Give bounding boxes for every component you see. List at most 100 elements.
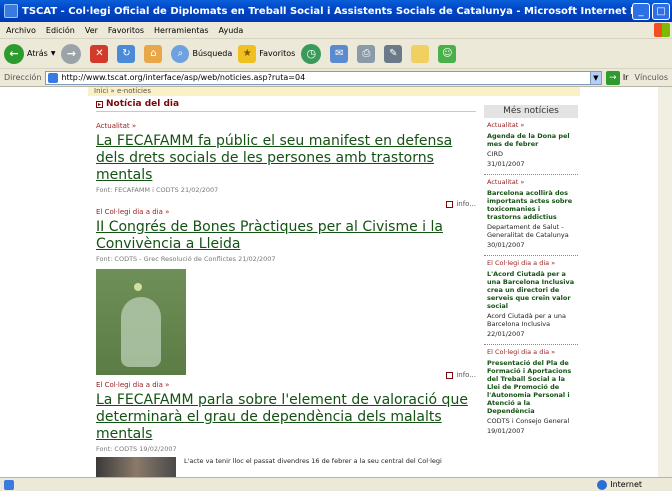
- messenger-button[interactable]: ☺: [438, 44, 459, 63]
- plus-icon: [446, 371, 454, 379]
- refresh-button[interactable]: ↻: [117, 44, 138, 63]
- menu-ver[interactable]: Ver: [85, 26, 98, 35]
- story-image[interactable]: [96, 269, 186, 375]
- story-source: Font: CODTS - Grec Resolució de Conflict…: [96, 255, 276, 263]
- sidebar-news-item: Actualitat » Agenda de la Dona pel mes d…: [484, 118, 578, 175]
- refresh-icon: ↻: [117, 44, 136, 63]
- sidebar-item-category[interactable]: Actualitat »: [487, 178, 575, 186]
- sidebar-item-title[interactable]: Presentació del Pla de Formació i Aporta…: [487, 359, 575, 415]
- sidebar-item-title[interactable]: Agenda de la Dona pel mes de febrer: [487, 132, 575, 148]
- menu-favoritos[interactable]: Favoritos: [108, 26, 144, 35]
- menu-archivo[interactable]: Archivo: [6, 26, 36, 35]
- story-headline[interactable]: II Congrés de Bones Pràctiques per al Ci…: [96, 219, 476, 253]
- menu-bar: Archivo Edición Ver Favoritos Herramient…: [0, 22, 672, 39]
- favorites-button[interactable]: ★ Favoritos: [238, 44, 296, 63]
- sidebar-item-source: CODTS i Consejo General: [487, 417, 570, 425]
- minimize-button[interactable]: _: [632, 2, 650, 20]
- folder-icon: [411, 44, 430, 63]
- address-bar: Dirección http://www.tscat.org/interface…: [0, 69, 672, 87]
- back-arrow-icon: ←: [4, 43, 24, 64]
- mail-button[interactable]: ✉: [330, 44, 351, 63]
- hand-graphic: [121, 297, 161, 367]
- folder-button[interactable]: [411, 44, 432, 63]
- go-button[interactable]: → Ir: [605, 70, 629, 85]
- back-label: Atrás: [27, 49, 48, 58]
- story-description: L'acte va tenir lloc el passat divendres…: [184, 457, 442, 465]
- sidebar-item-title[interactable]: L'Acord Ciutadà per a una Barcelona Incl…: [487, 270, 575, 310]
- section-header: ▸ Notícia del dia: [96, 99, 476, 112]
- section-title: Notícia del dia: [106, 99, 180, 109]
- edit-button[interactable]: ✎: [384, 44, 405, 63]
- bullet-icon: ▸: [96, 100, 103, 108]
- stop-button[interactable]: ✕: [90, 44, 111, 63]
- page-icon: [48, 72, 59, 83]
- sidebar-item-title[interactable]: Barcelona acollirà dos importants actes …: [487, 189, 575, 221]
- story-category[interactable]: El Col·legi dia a dia »: [96, 381, 476, 389]
- address-url: http://www.tscat.org/interface/asp/web/n…: [61, 73, 306, 82]
- sidebar-item-source: CIRD: [487, 150, 503, 158]
- sidebar-title: Més notícies: [484, 105, 578, 118]
- back-button[interactable]: ← Atrás ▼: [4, 43, 55, 64]
- search-icon: ⌕: [171, 44, 190, 63]
- search-label: Búsqueda: [192, 49, 233, 58]
- sidebar-item-category[interactable]: El Col·legi dia a dia »: [487, 348, 575, 356]
- story-headline[interactable]: La FECAFAMM fa públic el seu manifest en…: [96, 133, 476, 184]
- breadcrumb[interactable]: Inici » e-notícies: [88, 87, 580, 96]
- story-category[interactable]: El Col·legi dia a dia »: [96, 208, 476, 216]
- plus-icon: [446, 200, 454, 208]
- address-input[interactable]: http://www.tscat.org/interface/asp/web/n…: [45, 70, 591, 85]
- sidebar-news-item: El Col·legi dia a dia » Presentació del …: [484, 345, 578, 441]
- sidebar-item-category[interactable]: Actualitat »: [487, 121, 575, 129]
- go-label: Ir: [622, 73, 629, 82]
- story-photo[interactable]: [96, 457, 176, 477]
- info-link[interactable]: info...: [96, 200, 476, 208]
- printer-icon: ⎙: [357, 44, 376, 63]
- links-label[interactable]: Vínculos: [634, 73, 668, 82]
- zone-label: Internet: [610, 480, 642, 489]
- messenger-icon: ☺: [438, 44, 457, 63]
- history-button[interactable]: ◷: [301, 43, 324, 64]
- home-button[interactable]: ⌂: [144, 44, 165, 63]
- info-label: info...: [456, 200, 476, 208]
- search-button[interactable]: ⌕ Búsqueda: [171, 44, 233, 63]
- menu-ayuda[interactable]: Ayuda: [219, 26, 244, 35]
- title-bar: TSCAT - Col·legi Oficial de Diplomats en…: [0, 0, 672, 22]
- story-source: Font: FECAFAMM i CODTS 21/02/2007: [96, 186, 219, 194]
- favorites-label: Favoritos: [259, 49, 296, 58]
- sidebar-more-news: Més notícies Actualitat » Agenda de la D…: [484, 105, 578, 441]
- mail-icon: ✉: [330, 44, 349, 63]
- forward-button[interactable]: →: [61, 43, 84, 64]
- info-label: info...: [456, 371, 476, 379]
- sprout-graphic: [134, 283, 142, 291]
- forward-arrow-icon: →: [61, 43, 82, 64]
- security-zone[interactable]: Internet: [597, 479, 642, 490]
- sidebar-news-item: Actualitat » Barcelona acollirà dos impo…: [484, 175, 578, 256]
- sidebar-news-item: El Col·legi dia a dia » L'Acord Ciutadà …: [484, 256, 578, 345]
- globe-icon: [597, 479, 608, 490]
- menu-edicion[interactable]: Edición: [46, 26, 75, 35]
- address-dropdown-icon[interactable]: ▼: [589, 70, 602, 85]
- print-button[interactable]: ⎙: [357, 44, 378, 63]
- sidebar-item-date: 31/01/2007: [487, 160, 525, 168]
- news-story: El Col·legi dia a dia » La FECAFAMM parl…: [96, 381, 476, 477]
- sidebar-item-date: 22/01/2007: [487, 330, 525, 338]
- edit-icon: ✎: [384, 44, 403, 63]
- news-main: ▸ Notícia del dia Actualitat » La FECAFA…: [96, 99, 476, 477]
- sidebar-item-date: 30/01/2007: [487, 241, 525, 249]
- address-label: Dirección: [4, 73, 42, 82]
- history-icon: ◷: [301, 43, 322, 64]
- news-story: Actualitat » La FECAFAMM fa públic el se…: [96, 122, 476, 208]
- sidebar-item-source: Departament de Salut - Generalitat de Ca…: [487, 223, 569, 239]
- maximize-button[interactable]: □: [652, 2, 670, 20]
- home-icon: ⌂: [144, 44, 163, 63]
- story-category[interactable]: Actualitat »: [96, 122, 476, 130]
- vertical-scrollbar[interactable]: [658, 87, 672, 477]
- status-bar: Internet: [0, 477, 672, 491]
- sidebar-item-date: 19/01/2007: [487, 427, 525, 435]
- story-headline[interactable]: La FECAFAMM parla sobre l'element de val…: [96, 392, 476, 443]
- menu-herramientas[interactable]: Herramientas: [154, 26, 209, 35]
- story-source: Font: CODTS 19/02/2007: [96, 445, 177, 453]
- sidebar-item-category[interactable]: El Col·legi dia a dia »: [487, 259, 575, 267]
- window-title: TSCAT - Col·legi Oficial de Diplomats en…: [22, 5, 632, 17]
- news-story: El Col·legi dia a dia » II Congrés de Bo…: [96, 208, 476, 379]
